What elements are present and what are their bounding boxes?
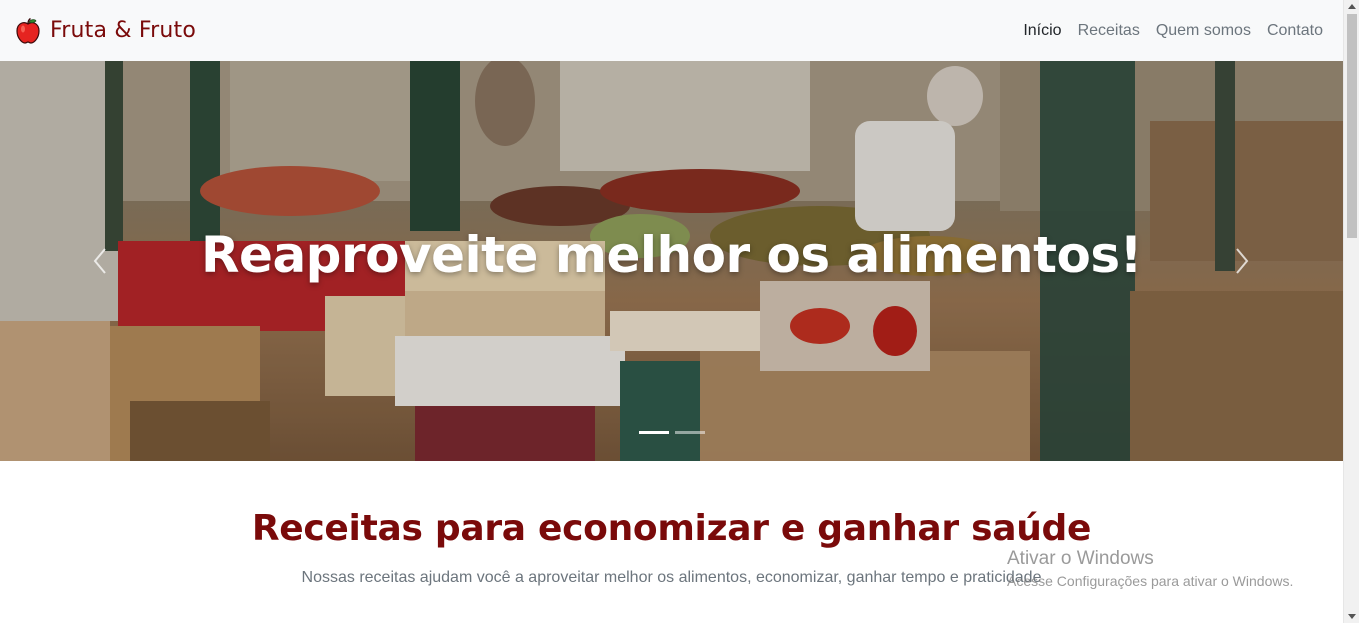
nav-item-quem-somos[interactable]: Quem somos — [1156, 22, 1251, 40]
carousel-indicator-1[interactable] — [639, 431, 669, 434]
scroll-down-icon[interactable] — [1348, 614, 1356, 619]
nav-item-contato[interactable]: Contato — [1267, 22, 1323, 40]
carousel-prev-button[interactable] — [80, 241, 120, 281]
nav-item-receitas[interactable]: Receitas — [1078, 22, 1140, 40]
apple-icon — [16, 17, 40, 44]
brand-link[interactable]: Fruta & Fruto — [14, 17, 196, 45]
carousel-caption: Reaproveite melhor os alimentos! — [201, 226, 1142, 284]
navbar: Fruta & Fruto Início Receitas Quem somos… — [0, 0, 1343, 61]
chevron-right-icon — [1236, 248, 1249, 274]
windows-activation-watermark: Ativar o Windows Acesse Configurações pa… — [1007, 548, 1293, 589]
vertical-scrollbar[interactable] — [1343, 0, 1359, 623]
hero-carousel: Reaproveite melhor os alimentos! — [0, 61, 1343, 461]
watermark-title: Ativar o Windows — [1007, 548, 1154, 569]
chevron-left-icon — [93, 248, 106, 274]
brand-name: Fruta & Fruto — [50, 18, 197, 43]
carousel-next-button[interactable] — [1222, 241, 1262, 281]
watermark-subtitle: Acesse Configurações para ativar o Windo… — [1007, 573, 1294, 589]
section-title: Receitas para economizar e ganhar saúde — [251, 508, 1092, 549]
scroll-thumb[interactable] — [1347, 14, 1357, 238]
scroll-up-icon[interactable] — [1348, 4, 1356, 9]
carousel-indicators — [639, 431, 705, 434]
nav-item-inicio[interactable]: Início — [1023, 22, 1061, 40]
carousel-indicator-2[interactable] — [675, 431, 705, 434]
nav-menu: Início Receitas Quem somos Contato — [1023, 22, 1323, 40]
